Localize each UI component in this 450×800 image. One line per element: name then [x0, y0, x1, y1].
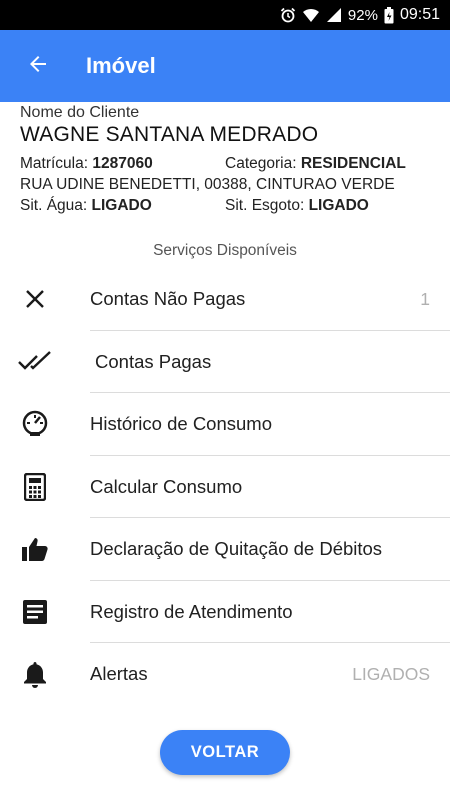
back-button[interactable]	[0, 30, 76, 102]
thumbs-up-icon	[0, 518, 70, 581]
menu-item-alertas[interactable]: Alertas LIGADOS	[0, 643, 450, 706]
agua-value: LIGADO	[91, 197, 152, 214]
menu-item-contas-nao-pagas[interactable]: Contas Não Pagas 1	[0, 268, 450, 331]
agua-label: Sit. Água:	[20, 197, 88, 214]
menu-item-contas-pagas[interactable]: Contas Pagas	[0, 331, 450, 394]
situation-row: Sit. Água: LIGADO Sit. Esgoto: LIGADO	[20, 197, 440, 218]
matricula-value: 1287060	[92, 155, 153, 172]
status-bar: 92% 09:51	[0, 0, 450, 30]
categoria-value: RESIDENCIAL	[300, 155, 406, 172]
calculator-icon	[0, 456, 70, 519]
close-icon	[0, 268, 70, 331]
double-check-icon	[0, 331, 70, 394]
battery-level: 92%	[347, 6, 378, 24]
services-title: Serviços Disponíveis	[153, 242, 297, 259]
categoria-label: Categoria:	[225, 155, 297, 172]
address: RUA UDINE BENEDETTI, 00388, CINTURAO VER…	[20, 176, 395, 193]
menu-item-label: Contas Não Pagas	[90, 288, 246, 310]
menu-item-label: Contas Pagas	[95, 350, 212, 372]
clock: 09:51	[399, 6, 440, 23]
arrow-left-icon	[26, 52, 50, 81]
esgoto-value: LIGADO	[308, 197, 369, 214]
esgoto-field: Sit. Esgoto: LIGADO	[225, 197, 369, 215]
alarm-icon	[280, 7, 296, 23]
menu-item-registro-atendimento[interactable]: Registro de Atendimento	[0, 581, 450, 644]
services-list: Contas Não Pagas 1 Contas Pagas Históric…	[0, 268, 450, 706]
document-icon	[0, 581, 70, 644]
battery-icon	[384, 6, 394, 24]
unpaid-count: 1	[420, 288, 430, 309]
menu-item-calcular-consumo[interactable]: Calcular Consumo	[0, 456, 450, 519]
menu-item-label: Registro de Atendimento	[90, 600, 293, 622]
matricula-label: Matrícula:	[20, 155, 89, 172]
registration-row: Matrícula: 1287060 Categoria: RESIDENCIA…	[20, 155, 440, 176]
wifi-icon	[302, 7, 320, 23]
menu-item-label: Declaração de Quitação de Débitos	[90, 538, 383, 560]
menu-item-label: Alertas	[90, 663, 148, 685]
menu-item-declaracao-quitacao[interactable]: Declaração de Quitação de Débitos	[0, 518, 450, 581]
client-name: WAGNE SANTANA MEDRADO	[20, 123, 319, 146]
back-bottom-button[interactable]: VOLTAR	[160, 730, 290, 775]
client-info: Nome do Cliente WAGNE SANTANA MEDRADO Ma…	[20, 104, 440, 218]
bell-icon	[0, 643, 70, 706]
alerts-status: LIGADOS	[352, 663, 430, 684]
menu-item-label: Histórico de Consumo	[90, 413, 272, 435]
client-name-label: Nome do Cliente	[20, 104, 140, 121]
esgoto-label: Sit. Esgoto:	[225, 197, 305, 214]
page-title: Imóvel	[86, 53, 156, 78]
signal-icon	[326, 7, 342, 23]
categoria-field: Categoria: RESIDENCIAL	[225, 155, 406, 173]
menu-item-label: Calcular Consumo	[90, 475, 243, 497]
app-bar: Imóvel	[0, 30, 450, 102]
speedometer-icon	[0, 393, 70, 456]
menu-item-historico-consumo[interactable]: Histórico de Consumo	[0, 393, 450, 456]
client-details: Matrícula: 1287060 Categoria: RESIDENCIA…	[20, 155, 440, 218]
